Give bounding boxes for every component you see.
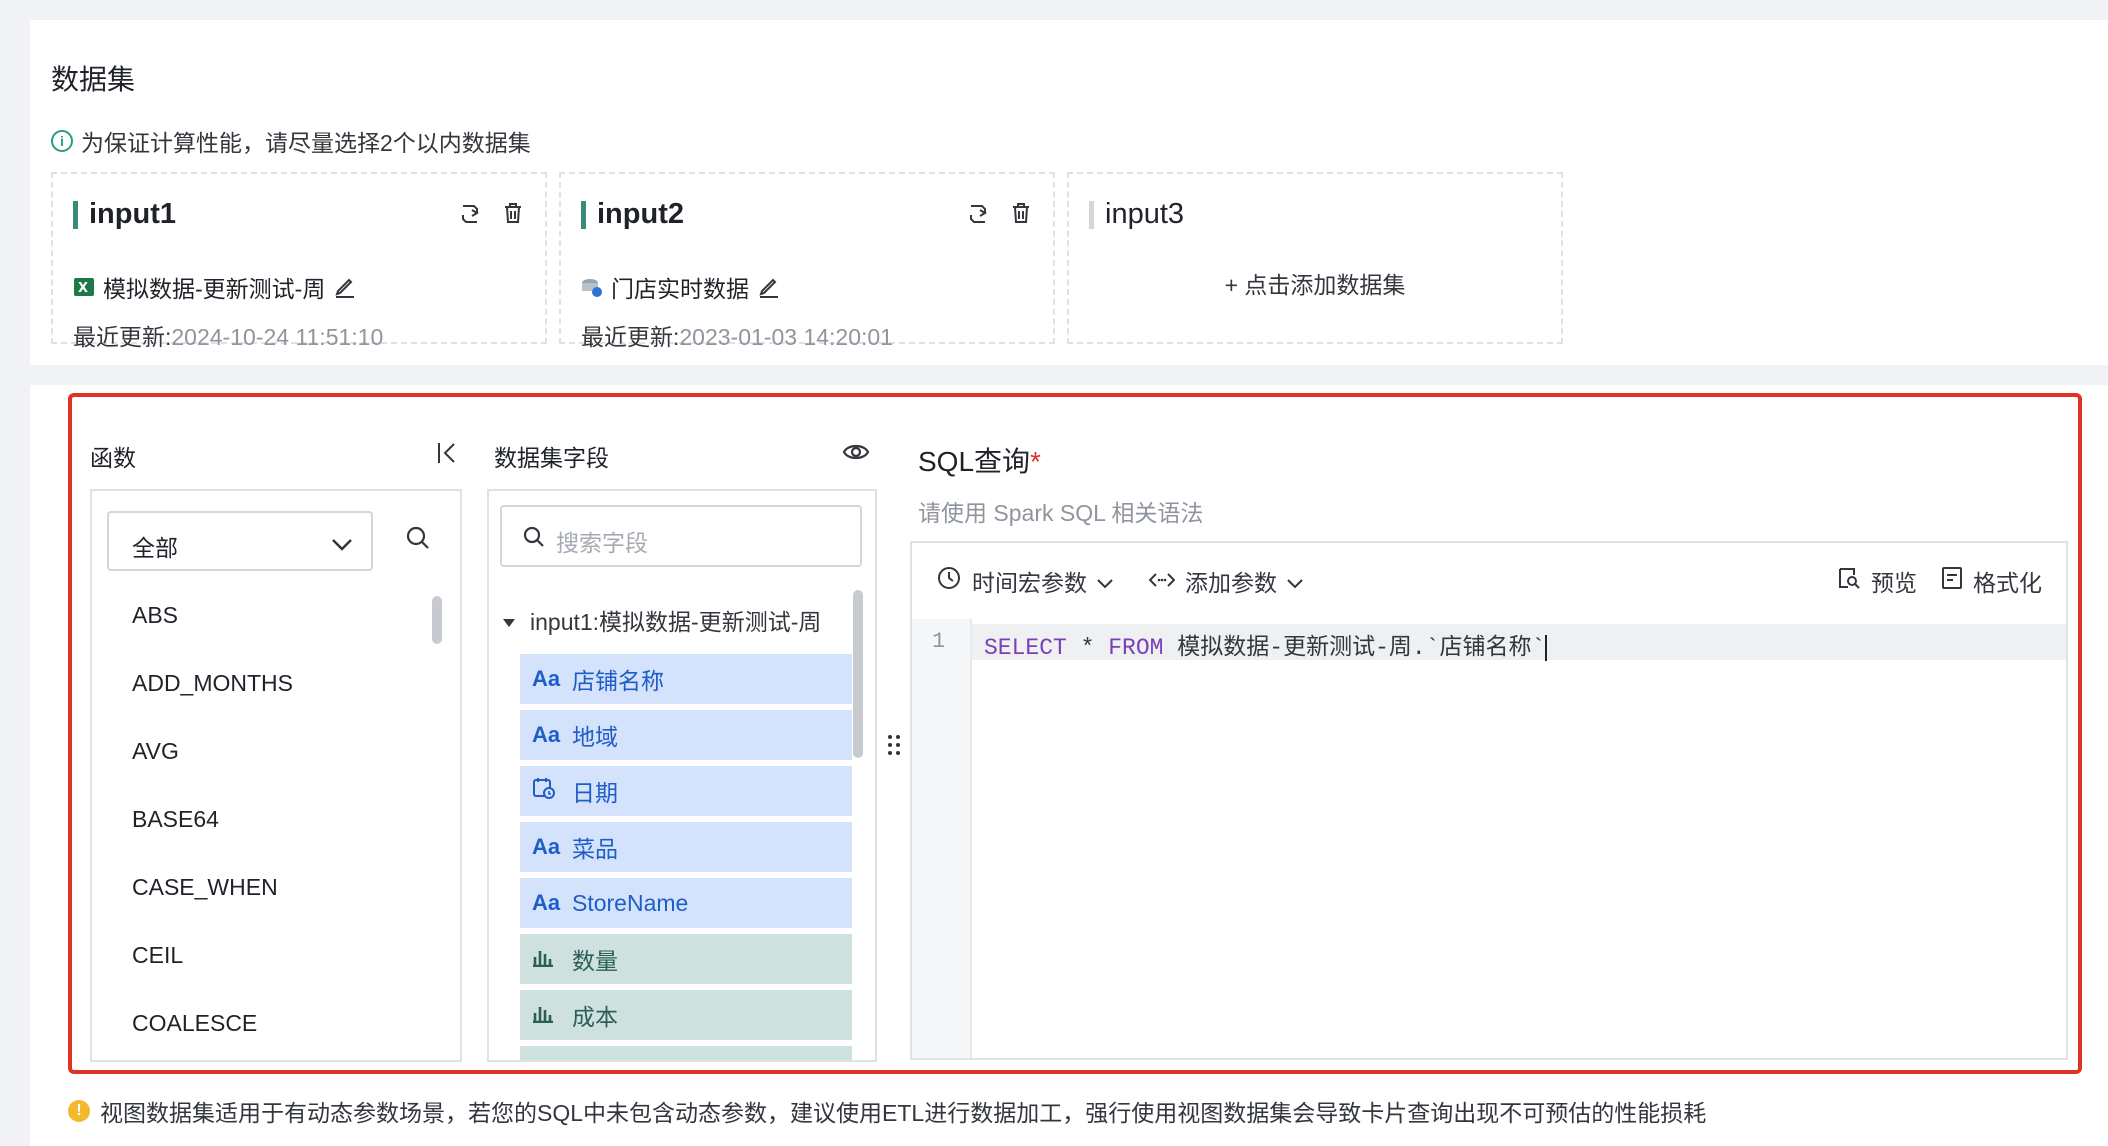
excel-icon: X	[74, 278, 94, 296]
field-tree-node[interactable]: input1:模拟数据-更新测试-周	[502, 603, 821, 637]
warning-icon: !	[68, 1100, 90, 1122]
replace-icon[interactable]	[967, 202, 989, 226]
dataset-card-input3[interactable]: input3 + 点击添加数据集	[1067, 172, 1563, 344]
editor-toolbar: 时间宏参数 添加参数 预览 格式化	[912, 543, 2066, 619]
function-category-select[interactable]: 全部	[107, 511, 373, 571]
card-title: input1	[73, 198, 176, 231]
functions-header: 函数	[90, 445, 136, 471]
caret-down-icon	[502, 607, 516, 634]
field-item-partial	[520, 1046, 852, 1060]
text-type-icon: Aa	[532, 890, 561, 915]
sql-editor[interactable]: 时间宏参数 添加参数 预览 格式化 1 SELECT * FROM 模拟数据-更…	[910, 541, 2068, 1060]
function-item[interactable]: AVG	[132, 736, 432, 804]
edit-icon[interactable]	[757, 275, 781, 299]
add-dataset-button[interactable]: + 点击添加数据集	[1069, 266, 1561, 300]
format-button[interactable]: 格式化	[1941, 564, 2042, 598]
database-realtime-icon	[582, 279, 602, 297]
format-icon	[1941, 566, 1963, 596]
dataset-panel: 数据集 i 为保证计算性能，请尽量选择2个以内数据集 input1 X 模拟数据…	[30, 20, 2108, 365]
time-macro-dropdown[interactable]: 时间宏参数	[936, 564, 1113, 598]
search-icon[interactable]	[405, 525, 431, 556]
preview-button[interactable]: 预览	[1837, 564, 1917, 598]
field-scrollbar[interactable]	[853, 590, 863, 758]
chevron-down-icon	[1097, 568, 1113, 595]
text-type-icon: Aa	[532, 834, 561, 859]
dataset-hint: i 为保证计算性能，请尽量选择2个以内数据集	[51, 124, 531, 158]
chevron-down-icon	[1287, 568, 1303, 595]
replace-icon[interactable]	[459, 202, 481, 226]
dataset-card-input2[interactable]: input2 门店实时数据 最近更新:2023-01-03 14:20:01	[559, 172, 1055, 350]
line-number: 1	[932, 629, 946, 654]
text-type-icon: Aa	[532, 722, 561, 747]
function-item[interactable]: ABS	[132, 600, 432, 668]
card-title: input3	[1089, 198, 1184, 231]
function-item[interactable]: ADD_MONTHS	[132, 668, 432, 736]
function-item[interactable]: COALESCE	[132, 1008, 432, 1040]
function-item[interactable]: CEIL	[132, 940, 432, 1008]
card-updated: 最近更新:2024-10-24 11:51:10	[73, 324, 384, 350]
eye-icon[interactable]	[842, 441, 870, 468]
sql-title: SQL查询*	[918, 446, 1041, 477]
field-item[interactable]: 数量	[520, 934, 852, 984]
measure-type-icon	[532, 945, 562, 973]
field-search-input[interactable]: 搜索字段	[500, 505, 862, 567]
delete-icon[interactable]	[503, 202, 525, 226]
field-item[interactable]: Aa StoreName	[520, 878, 852, 928]
param-icon	[1148, 568, 1176, 595]
field-item[interactable]: Aa 店铺名称	[520, 654, 852, 704]
line-gutter	[912, 619, 972, 1058]
dataset-hint-text: 为保证计算性能，请尽量选择2个以内数据集	[81, 130, 531, 156]
view-dataset-warning: ! 视图数据集适用于有动态参数场景，若您的SQL中未包含动态参数，建议使用ETL…	[68, 1094, 1706, 1128]
edit-icon[interactable]	[333, 275, 357, 299]
search-icon	[522, 525, 546, 555]
delete-icon[interactable]	[1011, 202, 1033, 226]
card-title: input2	[581, 198, 684, 231]
fields-header: 数据集字段	[494, 445, 609, 471]
info-icon: i	[51, 130, 73, 152]
date-type-icon	[532, 776, 562, 806]
function-scrollbar[interactable]	[432, 596, 442, 644]
drag-handle-icon[interactable]	[887, 734, 901, 761]
function-list: ABS ADD_MONTHS AVG BASE64 CASE_WHEN CEIL…	[132, 600, 432, 1040]
text-type-icon: Aa	[532, 666, 561, 691]
dataset-card-input1[interactable]: input1 X 模拟数据-更新测试-周 最近更新:2024-10-24 11:…	[51, 172, 547, 350]
collapse-icon[interactable]	[436, 440, 458, 471]
sql-code-line[interactable]: SELECT * FROM 模拟数据-更新测试-周.`店铺名称`	[984, 627, 1548, 661]
card-updated: 最近更新:2023-01-03 14:20:01	[581, 324, 893, 350]
function-item[interactable]: CASE_WHEN	[132, 872, 432, 940]
sql-subtitle: 请使用 Spark SQL 相关语法	[918, 500, 1204, 526]
chevron-down-icon	[331, 531, 353, 558]
field-item[interactable]: 日期	[520, 766, 852, 816]
add-param-dropdown[interactable]: 添加参数	[1148, 564, 1303, 598]
text-cursor	[1545, 634, 1548, 661]
clock-icon	[936, 565, 962, 597]
measure-type-icon	[532, 1001, 562, 1029]
field-item[interactable]: 成本	[520, 990, 852, 1040]
preview-icon	[1837, 566, 1861, 596]
field-item[interactable]: Aa 地域	[520, 710, 852, 760]
field-item[interactable]: Aa 菜品	[520, 822, 852, 872]
card-source: X 模拟数据-更新测试-周	[73, 270, 357, 304]
function-item[interactable]: BASE64	[132, 804, 432, 872]
svg-text:X: X	[78, 281, 88, 296]
dataset-title: 数据集	[51, 64, 136, 95]
card-source: 门店实时数据	[581, 270, 781, 304]
